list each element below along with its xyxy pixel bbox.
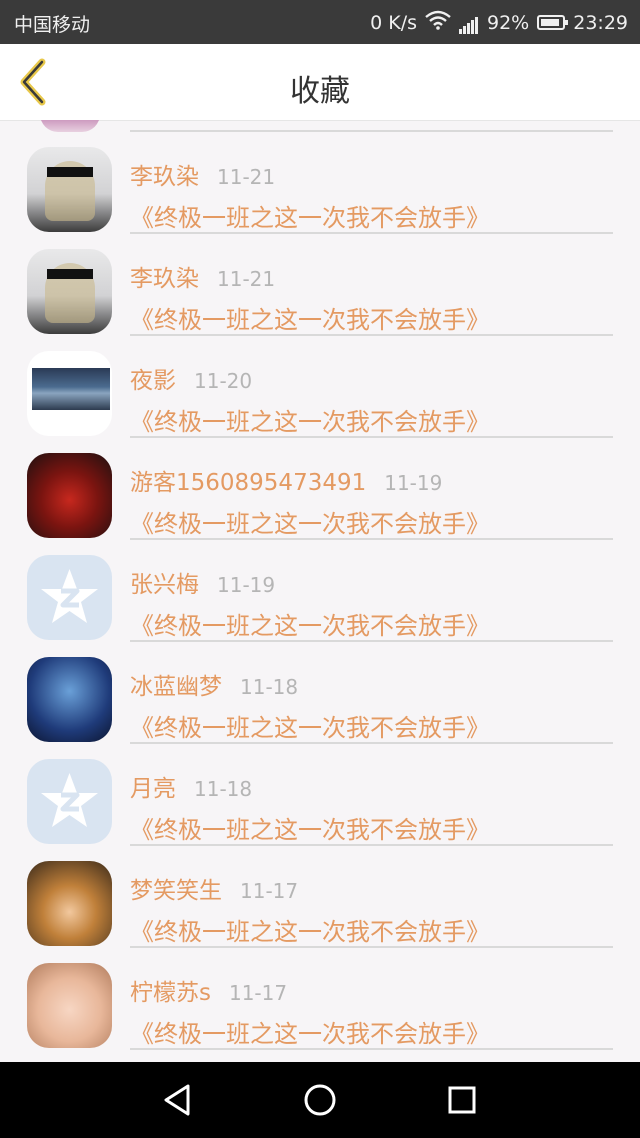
book-title-link[interactable]: 《终极一班之这一次我不会放手》: [130, 1014, 490, 1049]
avatar: [27, 249, 112, 334]
avatar: [27, 453, 112, 538]
avatar: [27, 759, 112, 844]
page-title: 收藏: [290, 74, 350, 109]
user-name[interactable]: 李玖染: [130, 164, 199, 190]
list-item[interactable]: 月亮 11-18 《终极一班之这一次我不会放手》: [0, 732, 640, 846]
system-back-button[interactable]: [158, 1080, 198, 1120]
item-date: 11-18: [240, 675, 299, 699]
list-item-meta: 李玖染 11-21: [130, 259, 275, 293]
list-item[interactable]: 游客1560895473491 11-19 《终极一班之这一次我不会放手》: [0, 426, 640, 540]
item-date: 11-17: [228, 981, 288, 1005]
clock: 23:29: [573, 11, 628, 34]
battery-percent: 92%: [487, 11, 530, 34]
list-item-meta: 游客1560895473491 11-19: [130, 463, 442, 497]
item-date: 11-19: [217, 573, 276, 597]
user-name[interactable]: 柠檬苏s: [130, 980, 211, 1006]
favorites-list[interactable]: 李玖染 11-21 《终极一班之这一次我不会放手》 李玖染 11-21 《终极一班之…: [0, 120, 640, 1062]
battery-icon: [537, 15, 569, 30]
user-name[interactable]: 冰蓝幽梦: [130, 674, 222, 700]
user-name[interactable]: 月亮: [130, 776, 176, 802]
avatar: [27, 555, 112, 640]
signal-icon: [459, 12, 479, 34]
carrier-name: 中国移动: [14, 14, 91, 36]
list-item-meta: 李玖染 11-21: [130, 157, 275, 191]
user-name[interactable]: 李玖染: [130, 266, 199, 292]
list-item[interactable]: 李玖染 11-21 《终极一班之这一次我不会放手》: [0, 222, 640, 336]
item-date: 11-20: [194, 369, 253, 393]
home-circle-icon: [304, 1084, 336, 1116]
avatar: [27, 351, 112, 436]
recents-square-icon: [448, 1086, 476, 1114]
list-item[interactable]: 李玖染 11-21 《终极一班之这一次我不会放手》: [0, 120, 640, 234]
avatar: [27, 147, 112, 232]
user-name[interactable]: 梦笑笑生: [130, 878, 222, 904]
status-bar: 中国移动 0 K/s 92% 23:29: [0, 0, 640, 44]
item-date: 11-18: [194, 777, 253, 801]
system-nav-bar: [0, 1062, 640, 1138]
item-date: 11-17: [240, 879, 299, 903]
wifi-icon: [425, 10, 451, 35]
list-item-meta: 柠檬苏s 11-17: [130, 973, 287, 1007]
system-home-button[interactable]: [300, 1080, 340, 1120]
status-right: 0 K/s 92% 23:29: [370, 10, 628, 35]
list-item-meta: 夜影 11-20: [130, 361, 252, 395]
avatar: [27, 657, 112, 742]
back-triangle-icon: [164, 1084, 190, 1116]
user-name[interactable]: 游客1560895473491: [130, 470, 366, 496]
star-icon: [41, 773, 98, 827]
header-bar: 收藏: [0, 44, 640, 121]
list-item[interactable]: 冰蓝幽梦 11-18 《终极一班之这一次我不会放手》: [0, 630, 640, 744]
avatar: [27, 963, 112, 1048]
user-name[interactable]: 夜影: [130, 368, 176, 394]
list-item[interactable]: 柠檬苏s 11-17 《终极一班之这一次我不会放手》: [0, 936, 640, 1050]
network-speed: 0 K/s: [370, 11, 417, 34]
item-date: 11-19: [384, 471, 443, 495]
system-recents-button[interactable]: [442, 1080, 482, 1120]
star-icon: [41, 569, 98, 623]
list-item-meta: 张兴梅 11-19: [130, 565, 275, 599]
list-item[interactable]: 夜影 11-20 《终极一班之这一次我不会放手》: [0, 324, 640, 438]
item-date: 11-21: [217, 267, 276, 291]
list-item-meta: 梦笑笑生 11-17: [130, 871, 298, 905]
item-date: 11-21: [217, 165, 276, 189]
list-item-meta: 月亮 11-18: [130, 769, 252, 803]
user-name[interactable]: 张兴梅: [130, 572, 199, 598]
divider: [130, 1048, 613, 1050]
list-item[interactable]: 梦笑笑生 11-17 《终极一班之这一次我不会放手》: [0, 834, 640, 948]
list-item[interactable]: 张兴梅 11-19 《终极一班之这一次我不会放手》: [0, 528, 640, 642]
avatar: [27, 861, 112, 946]
list-item-meta: 冰蓝幽梦 11-18: [130, 667, 298, 701]
